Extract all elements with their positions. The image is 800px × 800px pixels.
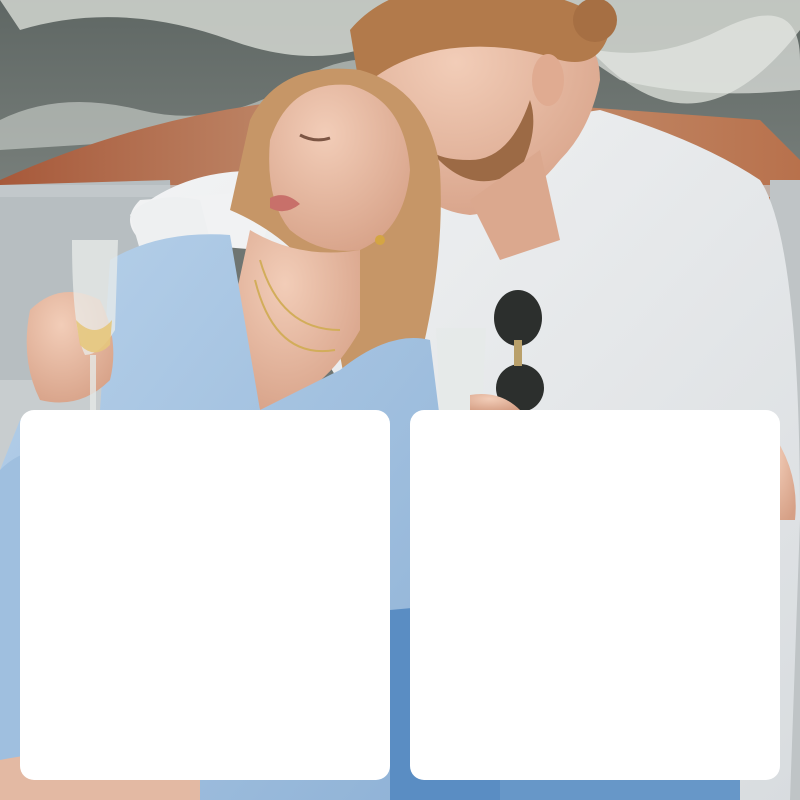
card-right [410,410,780,780]
card-left [20,410,390,780]
